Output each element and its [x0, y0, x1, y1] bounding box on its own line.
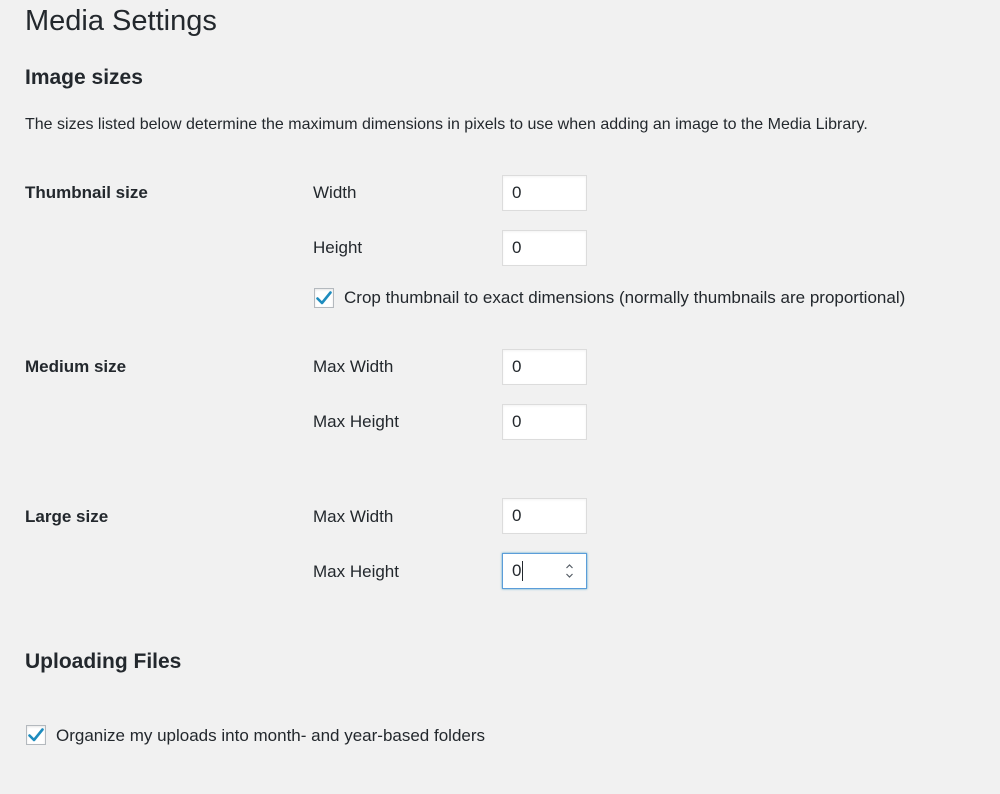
- large-height-label: Max Height: [313, 562, 399, 581]
- checkmark-icon: [28, 728, 44, 742]
- organize-uploads-checkbox[interactable]: [26, 725, 46, 745]
- crop-thumbnail-checkbox[interactable]: [314, 288, 334, 308]
- large-size-label: Large size: [25, 507, 109, 526]
- large-height-value: 0: [512, 561, 522, 580]
- uploading-files-heading: Uploading Files: [25, 650, 182, 673]
- checkmark-icon: [316, 291, 332, 305]
- spinner-arrows-icon[interactable]: [565, 562, 574, 580]
- thumbnail-height-label: Height: [313, 238, 363, 257]
- medium-height-value: 0: [512, 412, 522, 431]
- image-sizes-description: The sizes listed below determine the max…: [25, 116, 868, 133]
- crop-thumbnail-label[interactable]: Crop thumbnail to exact dimensions (norm…: [344, 287, 905, 309]
- large-width-value: 0: [512, 506, 522, 525]
- medium-height-input[interactable]: 0: [502, 404, 587, 440]
- medium-size-label: Medium size: [25, 357, 127, 376]
- thumbnail-height-value: 0: [512, 238, 522, 257]
- thumbnail-size-label: Thumbnail size: [25, 183, 148, 202]
- thumbnail-width-label: Width: [313, 183, 357, 202]
- large-width-label: Max Width: [313, 507, 394, 526]
- image-sizes-heading: Image sizes: [25, 66, 143, 89]
- thumbnail-width-value: 0: [512, 183, 522, 202]
- text-caret: [522, 561, 524, 581]
- large-height-input[interactable]: 0: [502, 553, 587, 589]
- thumbnail-width-input[interactable]: 0: [502, 175, 587, 211]
- large-width-input[interactable]: 0: [502, 498, 587, 534]
- number-spinner[interactable]: [565, 562, 574, 580]
- medium-width-value: 0: [512, 357, 522, 376]
- medium-height-label: Max Height: [313, 412, 399, 431]
- organize-uploads-label[interactable]: Organize my uploads into month- and year…: [56, 725, 485, 747]
- medium-width-label: Max Width: [313, 357, 394, 376]
- medium-width-input[interactable]: 0: [502, 349, 587, 385]
- page-title: Media Settings: [25, 5, 217, 37]
- thumbnail-height-input[interactable]: 0: [502, 230, 587, 266]
